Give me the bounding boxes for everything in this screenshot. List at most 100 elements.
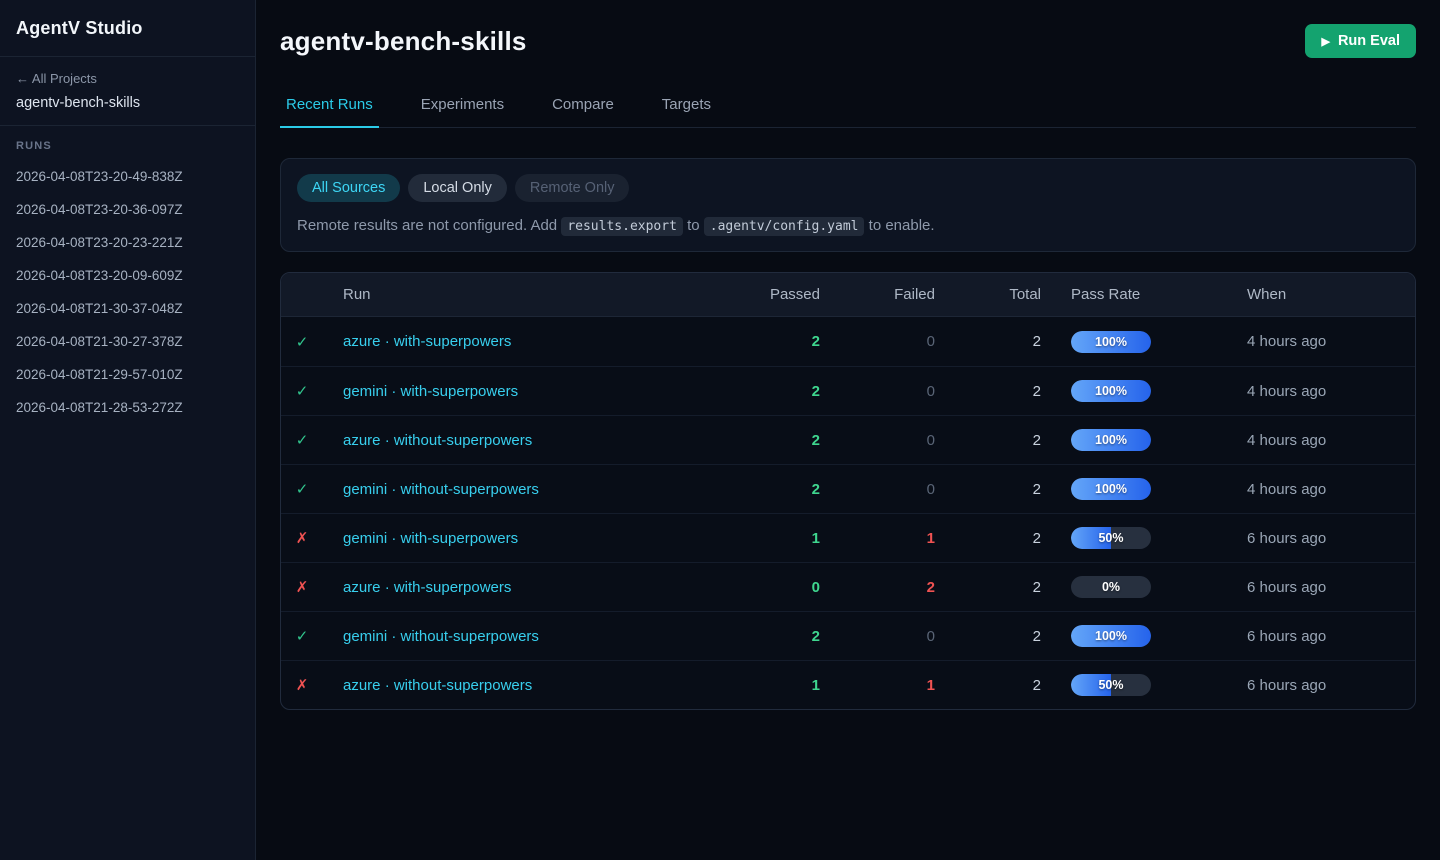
pass-rate-badge: 100% <box>1071 478 1151 500</box>
note-text: to <box>683 217 704 234</box>
failed-count: 2 <box>820 579 935 596</box>
when-value: 4 hours ago <box>1247 481 1415 498</box>
total-count: 2 <box>935 383 1041 400</box>
failed-count: 0 <box>820 628 935 645</box>
table-row: ✓gemini · without-superpowers202100%6 ho… <box>281 611 1415 660</box>
column-header-when: When <box>1247 286 1415 303</box>
failed-count: 0 <box>820 432 935 449</box>
when-value: 6 hours ago <box>1247 628 1415 645</box>
passed-count: 0 <box>710 579 820 596</box>
run-eval-button[interactable]: ▶ Run Eval <box>1305 24 1416 58</box>
pass-rate-badge: 50% <box>1071 674 1151 696</box>
sidebar-run-item[interactable]: 2026-04-08T21-30-37-048Z <box>0 292 255 325</box>
pass-check-icon: ✓ <box>281 480 323 498</box>
note-text: Remote results are not configured. Add <box>297 217 561 234</box>
pass-rate-label: 100% <box>1071 625 1151 647</box>
pass-rate-label: 50% <box>1071 674 1151 696</box>
table-row: ✓azure · with-superpowers202100%4 hours … <box>281 317 1415 366</box>
table-row: ✓gemini · with-superpowers202100%4 hours… <box>281 366 1415 415</box>
pass-rate-label: 50% <box>1071 527 1151 549</box>
remote-config-note: Remote results are not configured. Add r… <box>297 217 1399 234</box>
runs-section: RUNS 2026-04-08T23-20-49-838Z2026-04-08T… <box>0 126 255 424</box>
failed-count: 0 <box>820 333 935 350</box>
pass-rate-badge: 100% <box>1071 331 1151 353</box>
sidebar-run-item[interactable]: 2026-04-08T23-20-36-097Z <box>0 193 255 226</box>
column-header-passed: Passed <box>710 286 820 303</box>
project-block: ← All Projects agentv-bench-skills <box>0 57 255 126</box>
run-eval-label: Run Eval <box>1338 33 1400 49</box>
pass-rate-label: 100% <box>1071 478 1151 500</box>
tab-compare[interactable]: Compare <box>546 90 620 128</box>
failed-count: 0 <box>820 481 935 498</box>
sidebar-project-name: agentv-bench-skills <box>16 95 239 111</box>
total-count: 2 <box>935 432 1041 449</box>
column-header-run: Run <box>323 286 710 303</box>
source-filter-chips: All Sources Local Only Remote Only <box>297 174 1399 202</box>
filter-chip-local-only[interactable]: Local Only <box>408 174 507 202</box>
runs-table: Run Passed Failed Total Pass Rate When ✓… <box>280 272 1416 710</box>
run-link[interactable]: gemini · without-superpowers <box>323 628 710 645</box>
page-title: agentv-bench-skills <box>280 26 527 57</box>
code-config-yaml: .agentv/config.yaml <box>704 217 865 236</box>
run-link[interactable]: azure · with-superpowers <box>323 579 710 596</box>
passed-count: 1 <box>710 530 820 547</box>
pass-rate-label: 100% <box>1071 331 1151 353</box>
pass-rate-label: 100% <box>1071 429 1151 451</box>
main-content: agentv-bench-skills ▶ Run Eval Recent Ru… <box>256 0 1440 860</box>
failed-count: 1 <box>820 677 935 694</box>
run-link[interactable]: azure · without-superpowers <box>323 432 710 449</box>
play-icon: ▶ <box>1321 35 1329 48</box>
total-count: 2 <box>935 530 1041 547</box>
when-value: 6 hours ago <box>1247 677 1415 694</box>
passed-count: 2 <box>710 628 820 645</box>
pass-rate-badge: 100% <box>1071 625 1151 647</box>
passed-count: 1 <box>710 677 820 694</box>
pass-rate-label: 100% <box>1071 380 1151 402</box>
pass-rate-badge: 100% <box>1071 429 1151 451</box>
filter-chip-remote-only: Remote Only <box>515 174 630 202</box>
pass-check-icon: ✓ <box>281 333 323 351</box>
table-row: ✗azure · without-superpowers11250%6 hour… <box>281 660 1415 709</box>
all-projects-back-link[interactable]: ← All Projects <box>16 71 239 86</box>
table-row: ✓azure · without-superpowers202100%4 hou… <box>281 415 1415 464</box>
when-value: 4 hours ago <box>1247 432 1415 449</box>
when-value: 4 hours ago <box>1247 333 1415 350</box>
sidebar-run-item[interactable]: 2026-04-08T21-28-53-272Z <box>0 391 255 424</box>
pass-check-icon: ✓ <box>281 627 323 645</box>
sidebar-run-item[interactable]: 2026-04-08T23-20-23-221Z <box>0 226 255 259</box>
table-row: ✗gemini · with-superpowers11250%6 hours … <box>281 513 1415 562</box>
sidebar-run-item[interactable]: 2026-04-08T23-20-49-838Z <box>0 160 255 193</box>
run-link[interactable]: gemini · with-superpowers <box>323 530 710 547</box>
passed-count: 2 <box>710 333 820 350</box>
sidebar-header: AgentV Studio <box>0 0 255 57</box>
column-header-failed: Failed <box>820 286 935 303</box>
source-filter-card: All Sources Local Only Remote Only Remote … <box>280 158 1416 252</box>
sidebar-run-item[interactable]: 2026-04-08T23-20-09-609Z <box>0 259 255 292</box>
failed-count: 1 <box>820 530 935 547</box>
pass-rate-label: 0% <box>1071 576 1151 598</box>
fail-cross-icon: ✗ <box>281 529 323 547</box>
column-header-total: Total <box>935 286 1041 303</box>
filter-chip-all-sources[interactable]: All Sources <box>297 174 400 202</box>
when-value: 6 hours ago <box>1247 530 1415 547</box>
sidebar-run-item[interactable]: 2026-04-08T21-29-57-010Z <box>0 358 255 391</box>
app-title: AgentV Studio <box>16 18 239 39</box>
total-count: 2 <box>935 677 1041 694</box>
fail-cross-icon: ✗ <box>281 578 323 596</box>
tab-targets[interactable]: Targets <box>656 90 717 128</box>
passed-count: 2 <box>710 383 820 400</box>
tab-experiments[interactable]: Experiments <box>415 90 510 128</box>
total-count: 2 <box>935 481 1041 498</box>
tab-recent-runs[interactable]: Recent Runs <box>280 90 379 128</box>
pass-rate-badge: 100% <box>1071 380 1151 402</box>
tabs: Recent Runs Experiments Compare Targets <box>280 90 1416 128</box>
when-value: 4 hours ago <box>1247 383 1415 400</box>
sidebar: AgentV Studio ← All Projects agentv-benc… <box>0 0 256 860</box>
sidebar-run-item[interactable]: 2026-04-08T21-30-27-378Z <box>0 325 255 358</box>
fail-cross-icon: ✗ <box>281 676 323 694</box>
run-link[interactable]: azure · without-superpowers <box>323 677 710 694</box>
run-link[interactable]: gemini · without-superpowers <box>323 481 710 498</box>
run-link[interactable]: azure · with-superpowers <box>323 333 710 350</box>
run-link[interactable]: gemini · with-superpowers <box>323 383 710 400</box>
total-count: 2 <box>935 579 1041 596</box>
